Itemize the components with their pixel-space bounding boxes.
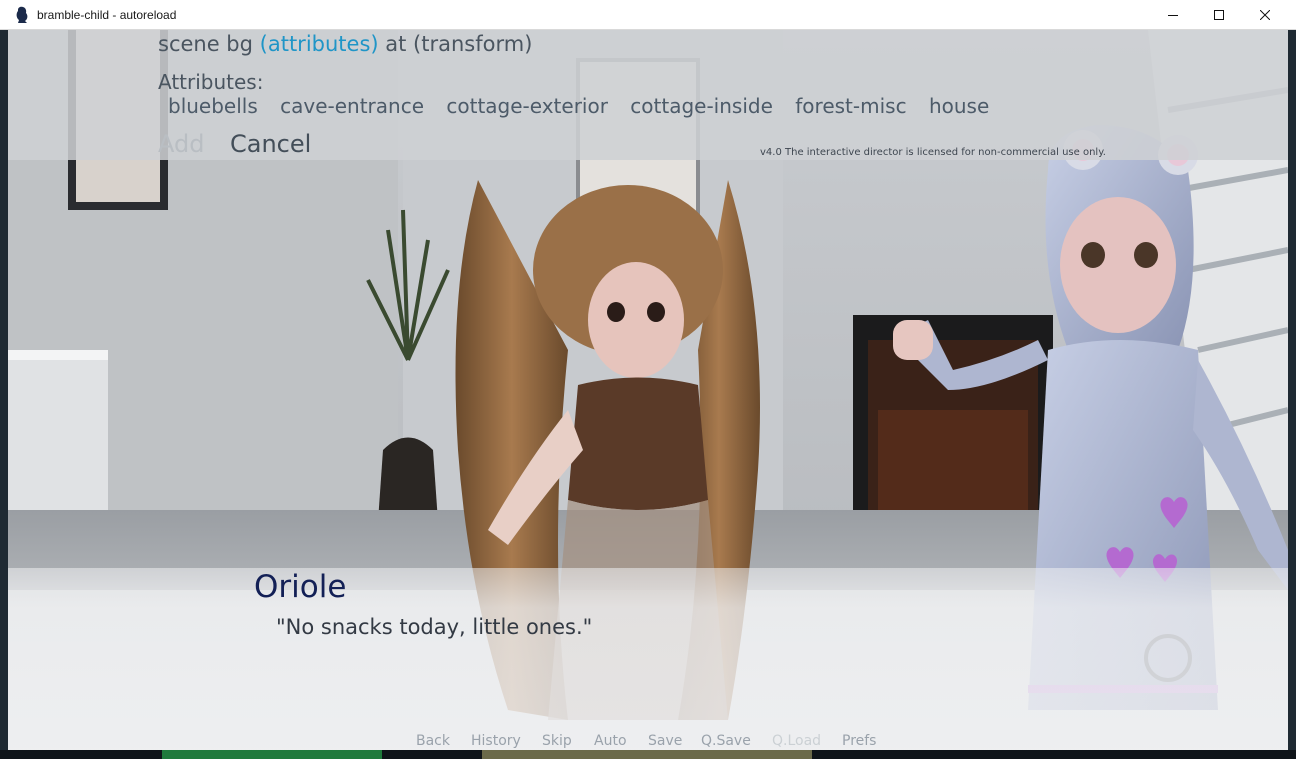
minimize-icon	[1168, 15, 1178, 16]
close-button[interactable]	[1242, 0, 1288, 30]
quick-menu-qload: Q.Load	[772, 733, 822, 749]
attribute-cottage-inside[interactable]: cottage-inside	[630, 94, 773, 118]
attribute-bluebells[interactable]: bluebells	[168, 94, 258, 118]
attributes-list: bluebells cave-entrance cottage-exterior…	[168, 94, 1005, 118]
minimize-button[interactable]	[1150, 0, 1196, 30]
quick-menu-auto[interactable]: Auto	[594, 733, 627, 749]
desktop-strip-photo	[482, 750, 812, 759]
quick-menu-prefs[interactable]: Prefs	[842, 733, 876, 749]
quick-menu-skip[interactable]: Skip	[542, 733, 572, 749]
quick-menu-back[interactable]: Back	[416, 733, 450, 749]
speaker-name: Oriole	[254, 569, 347, 605]
quick-menu-qsave[interactable]: Q.Save	[701, 733, 751, 749]
director-command-line: scene bg (attributes) at (transform)	[158, 32, 532, 56]
quick-menu: Back History Skip Auto Save Q.Save Q.Loa…	[8, 733, 1288, 750]
maximize-icon	[1214, 10, 1224, 20]
close-icon	[1260, 10, 1270, 20]
maximize-button[interactable]	[1196, 0, 1242, 30]
app-icon	[16, 6, 28, 24]
add-button[interactable]: Add	[158, 130, 204, 158]
command-suffix-transform[interactable]: at (transform)	[379, 32, 532, 56]
attributes-link[interactable]: (attributes)	[260, 32, 379, 56]
desktop-strip-green	[162, 750, 382, 759]
window-titlebar: bramble-child - autoreload	[0, 0, 1296, 30]
command-prefix: scene bg	[158, 32, 260, 56]
attribute-cottage-exterior[interactable]: cottage-exterior	[446, 94, 608, 118]
dialogue-text: "No snacks today, little ones."	[276, 615, 593, 639]
attribute-forest-misc[interactable]: forest-misc	[795, 94, 906, 118]
attribute-cave-entrance[interactable]: cave-entrance	[280, 94, 424, 118]
attribute-house[interactable]: house	[929, 94, 989, 118]
game-viewport[interactable]: scene bg (attributes) at (transform) Att…	[8, 30, 1288, 750]
attributes-label: Attributes:	[158, 70, 264, 94]
director-license-notice: v4.0 The interactive director is license…	[760, 147, 1106, 158]
interactive-director-panel: scene bg (attributes) at (transform) Att…	[8, 30, 1288, 160]
quick-menu-history[interactable]: History	[471, 733, 521, 749]
dialogue-textbox[interactable]	[8, 568, 1288, 750]
quick-menu-save[interactable]: Save	[648, 733, 682, 749]
window-title: bramble-child - autoreload	[37, 8, 177, 22]
cancel-button[interactable]: Cancel	[230, 130, 311, 158]
